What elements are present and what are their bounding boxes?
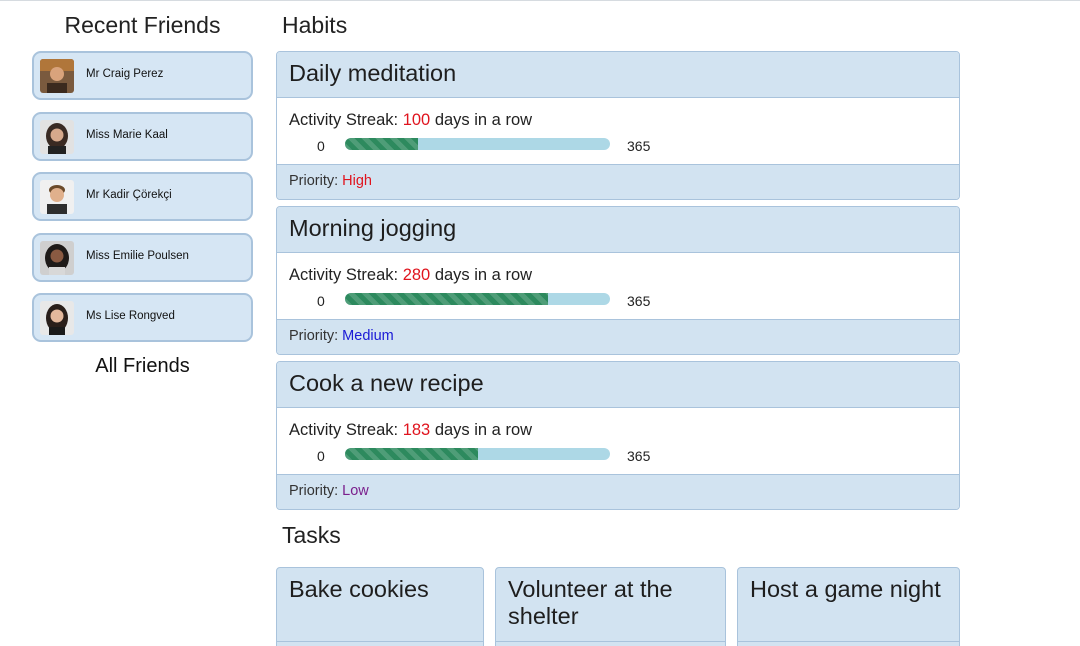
progress-min-label: 0 bbox=[317, 448, 325, 464]
friend-card[interactable]: Ms Lise Rongved bbox=[32, 293, 253, 342]
activity-streak: Activity Streak: 280 days in a row bbox=[289, 266, 533, 284]
task-title: Volunteer at the shelter bbox=[508, 576, 673, 629]
habit-card: Cook a new recipe Activity Streak: 183 d… bbox=[276, 361, 960, 510]
habit-body: Activity Streak: 100 days in a row 0 365 bbox=[277, 98, 959, 165]
friend-card[interactable]: Miss Marie Kaal bbox=[32, 112, 253, 161]
avatar bbox=[40, 59, 74, 93]
streak-count: 183 bbox=[402, 421, 431, 439]
streak-count: 280 bbox=[402, 266, 431, 284]
habit-priority: Priority: Low bbox=[277, 475, 959, 509]
friend-card[interactable]: Mr Craig Perez bbox=[32, 51, 253, 100]
priority-value: Medium bbox=[342, 328, 394, 344]
progress-min-label: 0 bbox=[317, 138, 325, 154]
habit-title: Cook a new recipe bbox=[277, 362, 959, 408]
progress-min-label: 0 bbox=[317, 293, 325, 309]
friend-name: Mr Kadir Çörekçi bbox=[86, 189, 172, 201]
friend-card[interactable]: Mr Kadir Çörekçi bbox=[32, 172, 253, 221]
top-divider bbox=[0, 0, 1080, 1]
streak-progress-bar bbox=[345, 138, 610, 150]
habit-card: Daily meditation Activity Streak: 100 da… bbox=[276, 51, 960, 200]
avatar bbox=[40, 301, 74, 335]
habit-title: Morning jogging bbox=[277, 207, 959, 253]
friend-card[interactable]: Miss Emilie Poulsen bbox=[32, 233, 253, 282]
task-card[interactable]: Volunteer at the shelter bbox=[495, 567, 726, 646]
streak-count: 100 bbox=[402, 111, 431, 129]
friend-name: Mr Craig Perez bbox=[86, 68, 164, 80]
streak-progress-bar bbox=[345, 293, 610, 305]
avatar bbox=[40, 241, 74, 275]
activity-streak: Activity Streak: 183 days in a row bbox=[289, 421, 533, 439]
progress-fill bbox=[345, 448, 478, 460]
progress-fill bbox=[345, 293, 549, 305]
habit-title: Daily meditation bbox=[277, 52, 959, 98]
task-divider bbox=[738, 641, 959, 642]
recent-friends-heading: Recent Friends bbox=[64, 12, 221, 38]
friend-name: Miss Emilie Poulsen bbox=[86, 250, 189, 262]
all-friends-link[interactable]: All Friends bbox=[32, 355, 253, 378]
habit-body: Activity Streak: 183 days in a row 0 365 bbox=[277, 408, 959, 475]
progress-max-label: 365 bbox=[627, 448, 651, 464]
avatar bbox=[40, 120, 74, 154]
task-title: Bake cookies bbox=[289, 576, 429, 602]
friend-name: Miss Marie Kaal bbox=[86, 129, 168, 141]
progress-max-label: 365 bbox=[627, 138, 651, 154]
avatar bbox=[40, 180, 74, 214]
priority-value: High bbox=[342, 173, 372, 189]
habits-heading: Habits bbox=[282, 12, 348, 38]
activity-streak: Activity Streak: 100 days in a row bbox=[289, 111, 533, 129]
priority-value: Low bbox=[342, 483, 369, 499]
habit-body: Activity Streak: 280 days in a row 0 365 bbox=[277, 253, 959, 320]
habit-card: Morning jogging Activity Streak: 280 day… bbox=[276, 206, 960, 355]
progress-max-label: 365 bbox=[627, 293, 651, 309]
task-card[interactable]: Host a game night bbox=[737, 567, 960, 646]
task-divider bbox=[277, 641, 483, 642]
friend-name: Ms Lise Rongved bbox=[86, 310, 175, 322]
habit-priority: Priority: High bbox=[277, 165, 959, 199]
progress-fill bbox=[345, 138, 418, 150]
task-divider bbox=[496, 641, 725, 642]
tasks-heading: Tasks bbox=[282, 522, 341, 548]
habit-priority: Priority: Medium bbox=[277, 320, 959, 354]
task-title: Host a game night bbox=[750, 576, 941, 602]
task-card[interactable]: Bake cookies bbox=[276, 567, 484, 646]
streak-progress-bar bbox=[345, 448, 610, 460]
